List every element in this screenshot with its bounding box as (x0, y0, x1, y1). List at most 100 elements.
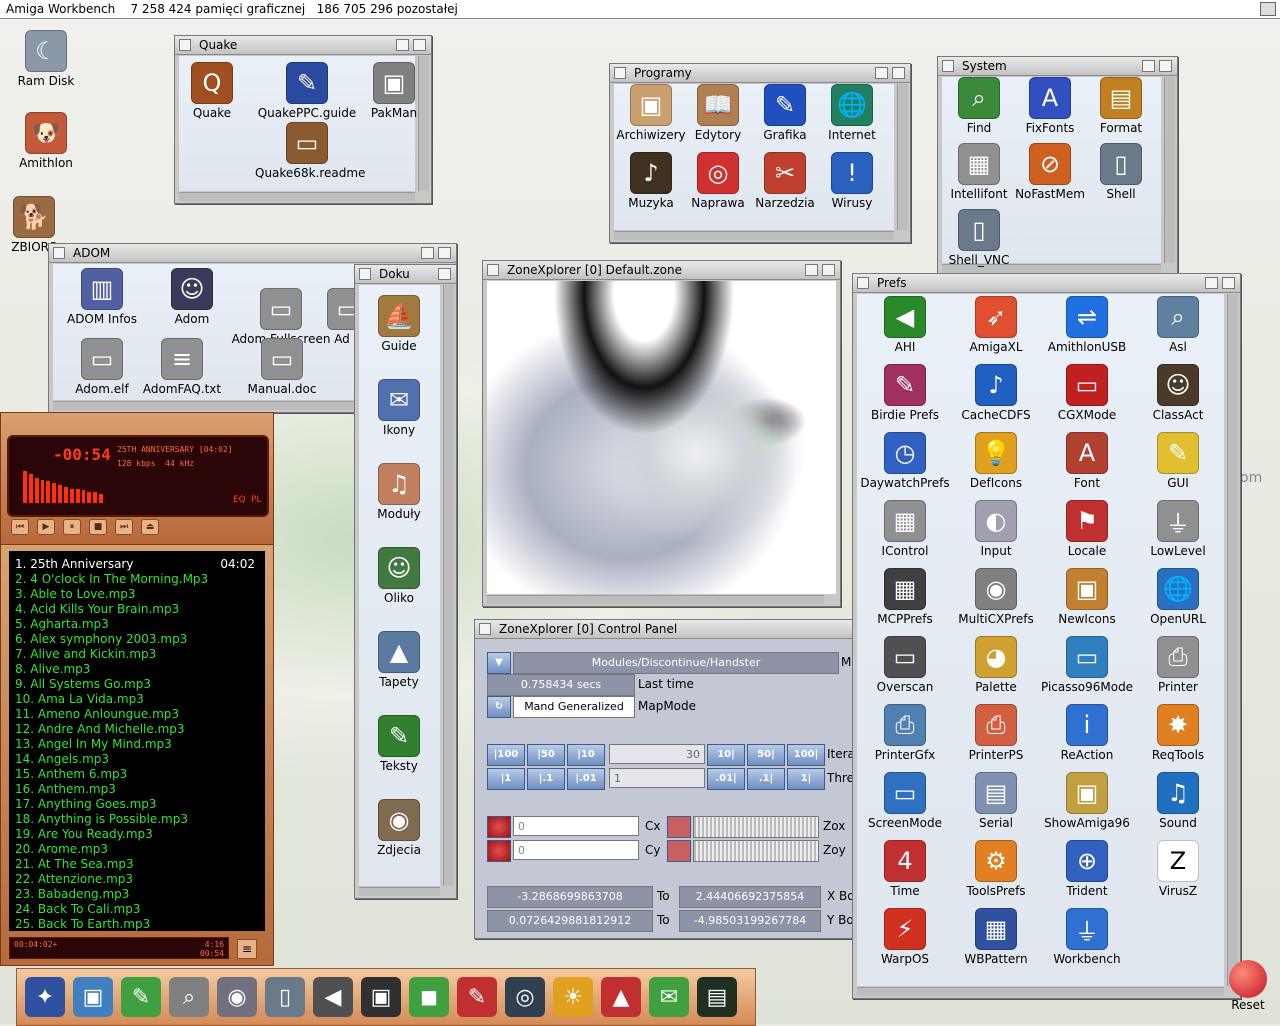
playlist-item[interactable]: 4. Acid Kills Your Brain.mp3 (15, 602, 259, 617)
playlist-item[interactable]: 24. Back To Cali.mp3 (15, 902, 259, 917)
module-dropdown-button[interactable]: ▼ (487, 652, 511, 674)
icon-gui[interactable]: ✎ GUI (1132, 432, 1224, 490)
doku-window[interactable]: Doku ⛵ Guide ✉ Ikony ♫ Moduły ☺ Oliko ▲ Tapety ✎ Te… (354, 264, 457, 899)
mapmode-cycle-button[interactable]: ↻ (487, 696, 511, 718)
icon-sound[interactable]: ♫ Sound (1132, 772, 1224, 830)
icon-input[interactable]: ◐ Input (950, 500, 1042, 558)
playlist-item[interactable]: 6. Alex symphony 2003.mp3 (15, 632, 259, 647)
sun-icon[interactable]: ☀ (553, 977, 593, 1017)
icon-toolsprefs[interactable]: ⚙ ToolsPrefs (950, 840, 1042, 898)
search-icon[interactable]: ⌕ (169, 977, 209, 1017)
depth-gadget[interactable] (438, 268, 451, 280)
icon-muzyka[interactable]: ♪ Muzyka (616, 152, 686, 210)
icon-amithlonusb[interactable]: ⇌ AmithlonUSB (1041, 296, 1133, 354)
control-panel-window[interactable]: ZoneXplorer [0] Control Panel ▼ Modules/… (474, 619, 856, 939)
icon-quake68k-readme[interactable]: ▭ Quake68k.readme (255, 122, 365, 180)
icon-wbpattern[interactable]: ▦ WBPattern (950, 908, 1042, 966)
icon-birdie-prefs[interactable]: ✎ Birdie Prefs (859, 364, 951, 422)
depth-gadget[interactable] (413, 39, 426, 51)
icon-tapety[interactable]: ▲ Tapety (361, 631, 437, 689)
eq-indicator[interactable]: EQ (233, 495, 246, 505)
playlist-item[interactable]: 25. Back To Earth.mp3 (15, 917, 259, 932)
playlist-window[interactable]: 1. 25th Anniversary 04:02 2. 4 O'clock In … (0, 544, 274, 966)
icon-wirusy[interactable]: ! Wirusy (817, 152, 887, 210)
playlist-item[interactable]: 3. Able to Love.mp3 (15, 587, 259, 602)
icon-amigaxl[interactable]: ➶ AmigaXL (950, 296, 1042, 354)
playlist-item[interactable]: 12. Andre And Michelle.mp3 (15, 722, 259, 737)
icon-cachecdfs[interactable]: ♪ CacheCDFS (950, 364, 1042, 422)
icon-asl[interactable]: ⌕ Asl (1132, 296, 1224, 354)
zone-view-window[interactable]: ZoneXplorer [0] Default.zone (482, 260, 841, 607)
zox-slider[interactable] (693, 816, 819, 838)
zoy-slider[interactable] (693, 840, 819, 862)
module-field[interactable]: Modules/Discontinue/Handster (513, 652, 839, 674)
playlist-item[interactable]: 15. Anthem 6.mp3 (15, 767, 259, 782)
icon-screenmode[interactable]: ▭ ScreenMode (859, 772, 951, 830)
icon-pakman[interactable]: ▣ PakMan (361, 62, 427, 120)
zoom-gadget[interactable] (1142, 60, 1155, 72)
playlist-item[interactable]: 2. 4 O'clock In The Morning.Mp3 (15, 572, 259, 587)
zox-toggle[interactable] (667, 816, 691, 838)
depth-gadget[interactable] (892, 67, 905, 79)
thre-left-button-0[interactable]: |1 (487, 768, 525, 790)
iteration-field[interactable]: 30 (609, 744, 705, 764)
horizontal-scrollbar[interactable] (179, 192, 415, 201)
playlist-menu-button[interactable]: ≡ (237, 939, 257, 959)
iter-left-button-2[interactable]: |10 (567, 744, 605, 766)
icon-printerps[interactable]: ⎙ PrinterPS (950, 704, 1042, 762)
icon-naprawa[interactable]: ◎ Naprawa (683, 152, 753, 210)
eject-button[interactable]: ⏏ (141, 519, 159, 535)
playlist-item[interactable]: 18. Anything is Possible.mp3 (15, 812, 259, 827)
icon-ram-disk[interactable]: ☾ Ram Disk (14, 30, 78, 88)
stop-button[interactable]: ■ (89, 519, 107, 535)
windows-icon[interactable]: ▣ (73, 977, 113, 1017)
cy-field[interactable]: 0 (513, 840, 639, 860)
close-gadget[interactable] (359, 268, 371, 280)
icon-picasso96mode[interactable]: ▭ Picasso96Mode (1041, 636, 1133, 694)
playlist-item[interactable]: 14. Angels.mp3 (15, 752, 259, 767)
playlist-item[interactable]: 9. All Systems Go.mp3 (15, 677, 259, 692)
playlist-item[interactable]: 1. 25th Anniversary 04:02 (15, 557, 259, 572)
icon-adom-infos[interactable]: ▥ ADOM Infos (55, 268, 149, 326)
icon-locale[interactable]: ⚑ Locale (1041, 500, 1133, 558)
thre-left-button-2[interactable]: |.01 (567, 768, 605, 790)
close-gadget[interactable] (942, 60, 954, 72)
icon-ahi[interactable]: ◀ AHI (859, 296, 951, 354)
icon-showamiga96[interactable]: ▣ ShowAmiga96 (1041, 772, 1133, 830)
icon-format[interactable]: ▤ Format (1086, 77, 1156, 135)
icon-deficons[interactable]: 💡 DefIcons (950, 432, 1042, 490)
playlist-item[interactable]: 21. At The Sea.mp3 (15, 857, 259, 872)
thre-left-button-1[interactable]: |.1 (527, 768, 565, 790)
next-button[interactable]: ⏭ (115, 519, 133, 535)
playlist-item[interactable]: 22. Attenzione.mp3 (15, 872, 259, 887)
close-gadget[interactable] (479, 623, 491, 635)
icon-serial[interactable]: ▤ Serial (950, 772, 1042, 830)
playlist-item[interactable]: 13. Angel In My Mind.mp3 (15, 737, 259, 752)
playlist-item[interactable]: 17. Anything Goes.mp3 (15, 797, 259, 812)
system-window[interactable]: System ⌕ Find A FixFonts ▤ Format ▦ Intellifont… (937, 56, 1178, 276)
icon-ad[interactable]: ▭ Ad (327, 288, 369, 346)
icon-teksty[interactable]: ✎ Teksty (361, 715, 437, 773)
cx-reset-button[interactable] (487, 816, 511, 838)
close-gadget[interactable] (53, 247, 65, 259)
icon-shell-vnc[interactable]: ▯ Shell_VNC (944, 209, 1014, 267)
playlist-item[interactable]: 10. Ama La Vida.mp3 (15, 692, 259, 707)
playlist[interactable]: 1. 25th Anniversary 04:02 2. 4 O'clock In … (9, 551, 265, 931)
speaker-task-icon[interactable]: ◀ (313, 977, 353, 1017)
icon-overscan[interactable]: ▭ Overscan (859, 636, 951, 694)
chart-icon[interactable]: ▲ (601, 977, 641, 1017)
icon-adomfaq-txt[interactable]: ≡ AdomFAQ.txt (135, 338, 229, 396)
playlist-item[interactable]: 23. Babadeng.mp3 (15, 887, 259, 902)
icon-ikony[interactable]: ✉ Ikony (361, 379, 437, 437)
y-bound-from[interactable]: 0.0726429881812912 (487, 910, 653, 932)
rocket-dock-icon[interactable]: ✦ (25, 977, 65, 1017)
playlist-item[interactable]: 20. Arome.mp3 (15, 842, 259, 857)
zoy-toggle[interactable] (667, 840, 691, 862)
vertical-scrollbar[interactable] (897, 84, 908, 230)
icon-nofastmem[interactable]: ⊘ NoFastMem (1015, 143, 1085, 201)
horizontal-scrollbar[interactable] (487, 595, 824, 604)
depth-gadget[interactable] (1222, 277, 1235, 289)
quake-window[interactable]: Quake Q Quake ✎ QuakePPC.guide ▣ PakMan ▭ Quake… (174, 35, 432, 204)
iter-right-button-2[interactable]: 100| (787, 744, 825, 766)
iter-left-button-1[interactable]: |50 (527, 744, 565, 766)
